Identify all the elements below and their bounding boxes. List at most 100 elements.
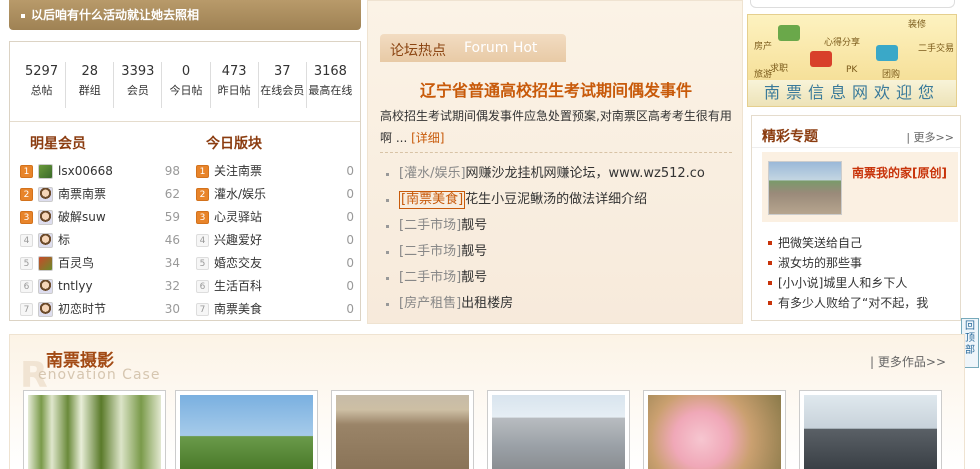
stat-value: 0	[181, 64, 191, 79]
board-name[interactable]: 心灵驿站	[214, 206, 330, 229]
photo-thumbnail[interactable]	[23, 390, 166, 469]
member-name[interactable]: 初恋时节	[58, 298, 156, 321]
activity-banner[interactable]: 以后咱有什么活动就让她去照相	[9, 0, 361, 30]
list-item[interactable]: 5 百灵鸟 34	[20, 252, 180, 275]
star-members-list: 1 lsx00668 98 2 南票南票 62 3 破解suw 59 4 标 46 5 百灵鸟 34…	[20, 160, 180, 321]
member-count: 59	[164, 210, 180, 224]
member-name[interactable]: 标	[58, 229, 156, 252]
topic-title[interactable]: 把微笑送给自己	[778, 233, 862, 253]
news-title[interactable]: 靓号	[461, 213, 487, 239]
member-name[interactable]: 破解suw	[58, 206, 156, 229]
list-item[interactable]: 6 生活百科 0	[196, 275, 354, 298]
rank-badge: 2	[20, 188, 33, 201]
hot-news-list: [灌水/娱乐] 网赚沙龙挂机网赚论坛，www.wz512.co [南票美食] 花生小…	[386, 161, 736, 317]
list-item[interactable]: [二手市场] 靓号	[386, 265, 736, 291]
more-works-link[interactable]: | 更多作品>>	[870, 353, 946, 370]
list-item[interactable]: 2 南票南票 62	[20, 183, 180, 206]
news-category[interactable]: [南票美食]	[399, 191, 466, 209]
board-name[interactable]: 灌水/娱乐	[214, 183, 330, 206]
rank-badge: 5	[20, 257, 33, 270]
news-category[interactable]: [二手市场]	[399, 265, 461, 291]
board-name[interactable]: 婚恋交友	[214, 252, 330, 275]
star-members-title: 明星会员	[30, 136, 86, 152]
avatar	[38, 187, 53, 202]
news-category[interactable]: [房产租售]	[399, 291, 461, 317]
bullet-icon	[386, 250, 389, 254]
headline-summary: 高校招生考试期间偶发事件应急处置预案,对南票区高考考生很有用啊 ... [详细]	[380, 105, 735, 149]
photo-image[interactable]	[28, 395, 161, 469]
news-title[interactable]: 网赚沙龙挂机网赚论坛，www.wz512.co	[466, 161, 705, 187]
list-item[interactable]: 6 tntlyy 32	[20, 275, 180, 298]
list-item[interactable]: 有多少人败给了“对不起，我	[768, 293, 956, 313]
rank-badge: 4	[20, 234, 33, 247]
stat-online-members: 37 在线会员	[259, 62, 307, 108]
list-item[interactable]: [灌水/娱乐] 网赚沙龙挂机网赚论坛，www.wz512.co	[386, 161, 736, 187]
news-title[interactable]: 出租楼房	[461, 291, 513, 317]
list-item[interactable]: 7 初恋时节 30	[20, 298, 180, 321]
news-category[interactable]: [二手市场]	[399, 239, 461, 265]
list-item[interactable]: 7 南票美食 0	[196, 298, 354, 321]
list-item[interactable]: 3 心灵驿站 0	[196, 206, 354, 229]
photo-image[interactable]	[336, 395, 469, 469]
photo-thumbnail[interactable]	[175, 390, 318, 469]
list-item[interactable]: 淑女坊的那些事	[768, 253, 956, 273]
rank-badge: 4	[196, 234, 209, 247]
news-title[interactable]: 花生小豆泥鳅汤的做法详细介绍	[465, 187, 647, 213]
topic-title[interactable]: [小小说]城里人和乡下人	[778, 273, 907, 293]
list-item[interactable]: [小小说]城里人和乡下人	[768, 273, 956, 293]
headline-link[interactable]: 辽宁省普通高校招生考试期间偶发事件	[368, 77, 744, 101]
member-name[interactable]: 百灵鸟	[58, 252, 156, 275]
stat-value: 3168	[313, 64, 347, 79]
right-top-edge	[750, 0, 955, 8]
stat-label: 在线会员	[260, 84, 305, 97]
member-name[interactable]: lsx00668	[58, 160, 156, 183]
photo-image[interactable]	[648, 395, 781, 469]
topic-title[interactable]: 淑女坊的那些事	[778, 253, 862, 273]
list-item[interactable]: 把微笑送给自己	[768, 233, 956, 253]
photo-image[interactable]	[492, 395, 625, 469]
news-category[interactable]: [灌水/娱乐]	[399, 161, 466, 187]
featured-topic[interactable]: 南票我的家[原创]	[762, 152, 958, 222]
photo-thumbnail[interactable]	[487, 390, 630, 469]
news-title[interactable]: 靓号	[461, 239, 487, 265]
list-item[interactable]: [二手市场] 靓号	[386, 239, 736, 265]
list-item[interactable]: 4 标 46	[20, 229, 180, 252]
list-item[interactable]: 2 灌水/娱乐 0	[196, 183, 354, 206]
photo-thumbnail[interactable]	[331, 390, 474, 469]
list-item[interactable]: [房产租售] 出租楼房	[386, 291, 736, 317]
topic-title[interactable]: 有多少人败给了“对不起，我	[778, 293, 928, 313]
board-count: 0	[346, 187, 354, 201]
member-count: 34	[164, 256, 180, 270]
member-name[interactable]: 南票南票	[58, 183, 156, 206]
news-title[interactable]: 靓号	[461, 265, 487, 291]
stat-value: 28	[81, 64, 98, 79]
list-item[interactable]: [南票美食] 花生小豆泥鳅汤的做法详细介绍	[386, 187, 736, 213]
board-name[interactable]: 关注南票	[214, 160, 330, 183]
stat-value: 37	[274, 64, 291, 79]
welcome-ad-banner[interactable]: 房产 心得分享 二手交易 装修 求职 PK 旅游 团购 南票信息网欢迎您	[747, 14, 957, 107]
rank-badge: 7	[20, 303, 33, 316]
featured-topic-image[interactable]	[768, 161, 842, 215]
featured-topic-title[interactable]: 南票我的家[原创]	[852, 164, 948, 182]
detail-link[interactable]: [详细]	[411, 131, 444, 145]
list-item[interactable]: 1 关注南票 0	[196, 160, 354, 183]
bullet-icon	[768, 281, 772, 285]
board-name[interactable]: 兴趣爱好	[214, 229, 330, 252]
forum-hot-tab[interactable]: 论坛热点 Forum Hot	[380, 34, 566, 62]
photo-image[interactable]	[804, 395, 937, 469]
member-name[interactable]: tntlyy	[58, 275, 156, 298]
list-item[interactable]: 4 兴趣爱好 0	[196, 229, 354, 252]
more-link[interactable]: | 更多>>	[906, 129, 954, 145]
photo-thumbnail[interactable]	[799, 390, 942, 469]
photo-image[interactable]	[180, 395, 313, 469]
board-name[interactable]: 生活百科	[214, 275, 330, 298]
news-category[interactable]: [二手市场]	[399, 213, 461, 239]
photo-thumbnail[interactable]	[643, 390, 786, 469]
list-item[interactable]: 3 破解suw 59	[20, 206, 180, 229]
list-item[interactable]: 1 lsx00668 98	[20, 160, 180, 183]
list-item[interactable]: [二手市场] 靓号	[386, 213, 736, 239]
stat-yesterday-posts: 473 昨日帖	[211, 62, 259, 108]
today-boards-title: 今日版块	[206, 136, 262, 152]
board-name[interactable]: 南票美食	[214, 298, 330, 321]
list-item[interactable]: 5 婚恋交友 0	[196, 252, 354, 275]
